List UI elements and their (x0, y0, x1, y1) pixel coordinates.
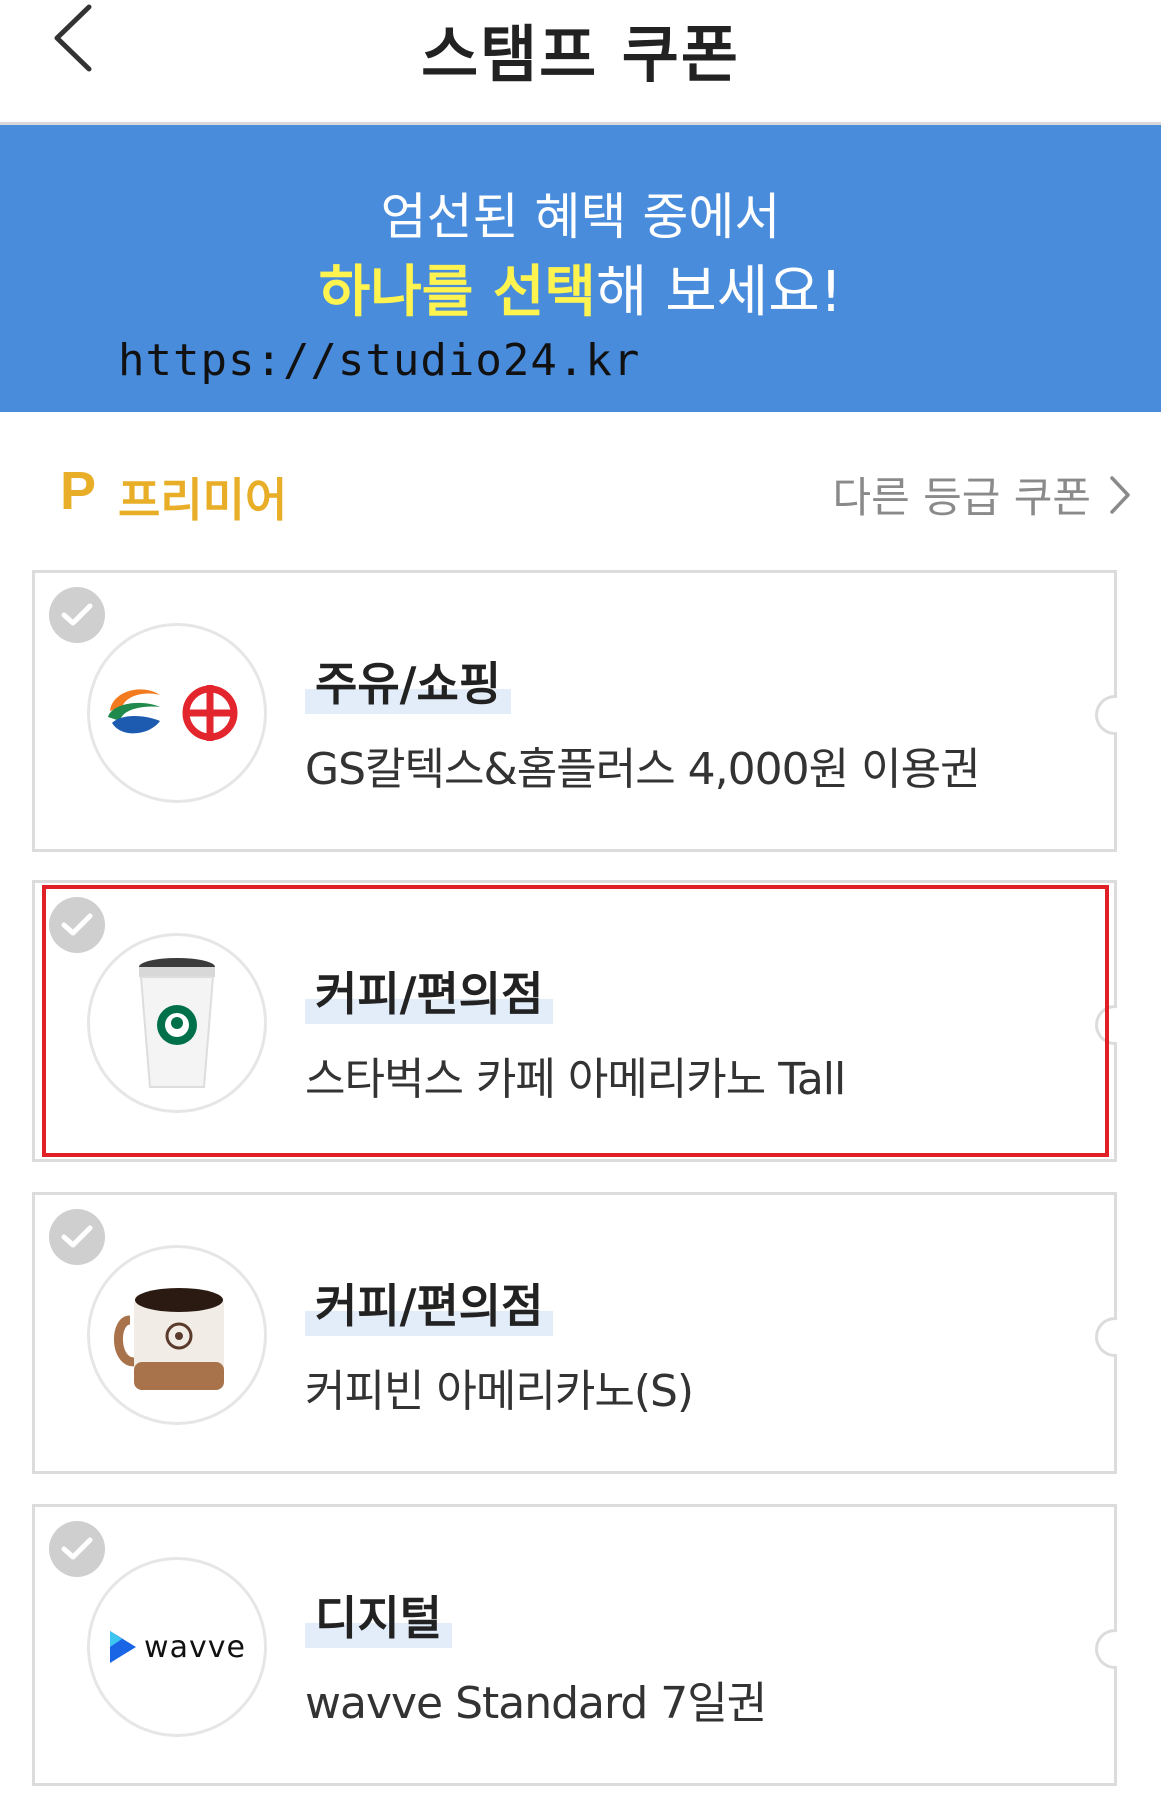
ticket-notch (1095, 1005, 1117, 1045)
coupon-card[interactable]: 주유/쇼핑 GS칼텍스&홈플러스 4,000원 이용권 (32, 570, 1117, 852)
gs-caltex-homeplus-logo (87, 623, 267, 803)
ticket-notch (1095, 695, 1117, 735)
banner-headline: 하나를 선택해 보세요! (0, 247, 1161, 328)
coupon-card[interactable]: 커피/편의점 커피빈 아메리카노(S) (32, 1192, 1117, 1474)
check-circle-icon[interactable] (49, 897, 105, 953)
ticket-notch (1095, 1317, 1117, 1357)
coupon-description: 커피빈 아메리카노(S) (305, 1366, 694, 1417)
coupon-card-selected[interactable]: 커피/편의점 스타벅스 카페 아메리카노 Tall (32, 880, 1117, 1162)
wavve-play-icon (110, 1631, 137, 1663)
starbucks-cup-image (87, 933, 267, 1113)
watermark-url: https://studio24.kr (118, 335, 641, 386)
wavve-wordmark: wavve (144, 1629, 246, 1665)
chevron-right-icon (1109, 475, 1131, 515)
grade-name: 프리미어 (118, 473, 288, 527)
check-circle-icon[interactable] (49, 1521, 105, 1577)
coupon-category: 주유/쇼핑 (305, 648, 512, 714)
coupon-description: GS칼텍스&홈플러스 4,000원 이용권 (305, 744, 981, 795)
banner-headline-rest: 해 보세요! (595, 260, 843, 325)
page-title: 스탬프 쿠폰 (421, 18, 740, 91)
check-circle-icon[interactable] (49, 1209, 105, 1265)
wavve-logo-mark: wavve (108, 1629, 246, 1665)
other-grade-label: 다른 등급 쿠폰 (832, 473, 1091, 522)
check-circle-icon[interactable] (49, 587, 105, 643)
app-header: 스탬프 쿠폰 (0, 0, 1161, 125)
ticket-notch (1095, 1629, 1117, 1669)
grade-row: P 프리미어 다른 등급 쿠폰 (0, 412, 1161, 562)
coupon-category: 커피/편의점 (305, 958, 554, 1024)
banner-subtitle: 엄선된 혜택 중에서 (380, 188, 781, 246)
other-grade-coupons-link[interactable]: 다른 등급 쿠폰 (832, 464, 1131, 525)
coupon-description: wavve Standard 7일권 (305, 1678, 767, 1729)
wavve-logo: wavve (87, 1557, 267, 1737)
coffeebean-mug-image (87, 1245, 267, 1425)
coupon-category: 커피/편의점 (305, 1270, 554, 1336)
promo-banner: 엄선된 혜택 중에서 하나를 선택해 보세요! https://studio24… (0, 125, 1161, 412)
coupon-category: 디지털 (305, 1582, 452, 1648)
banner-highlight: 하나를 선택 (318, 260, 596, 325)
premier-p-icon: P (60, 461, 97, 521)
coupon-card[interactable]: wavve 디지털 wavve Standard 7일권 (32, 1504, 1117, 1786)
coupon-description: 스타벅스 카페 아메리카노 Tall (305, 1054, 846, 1105)
